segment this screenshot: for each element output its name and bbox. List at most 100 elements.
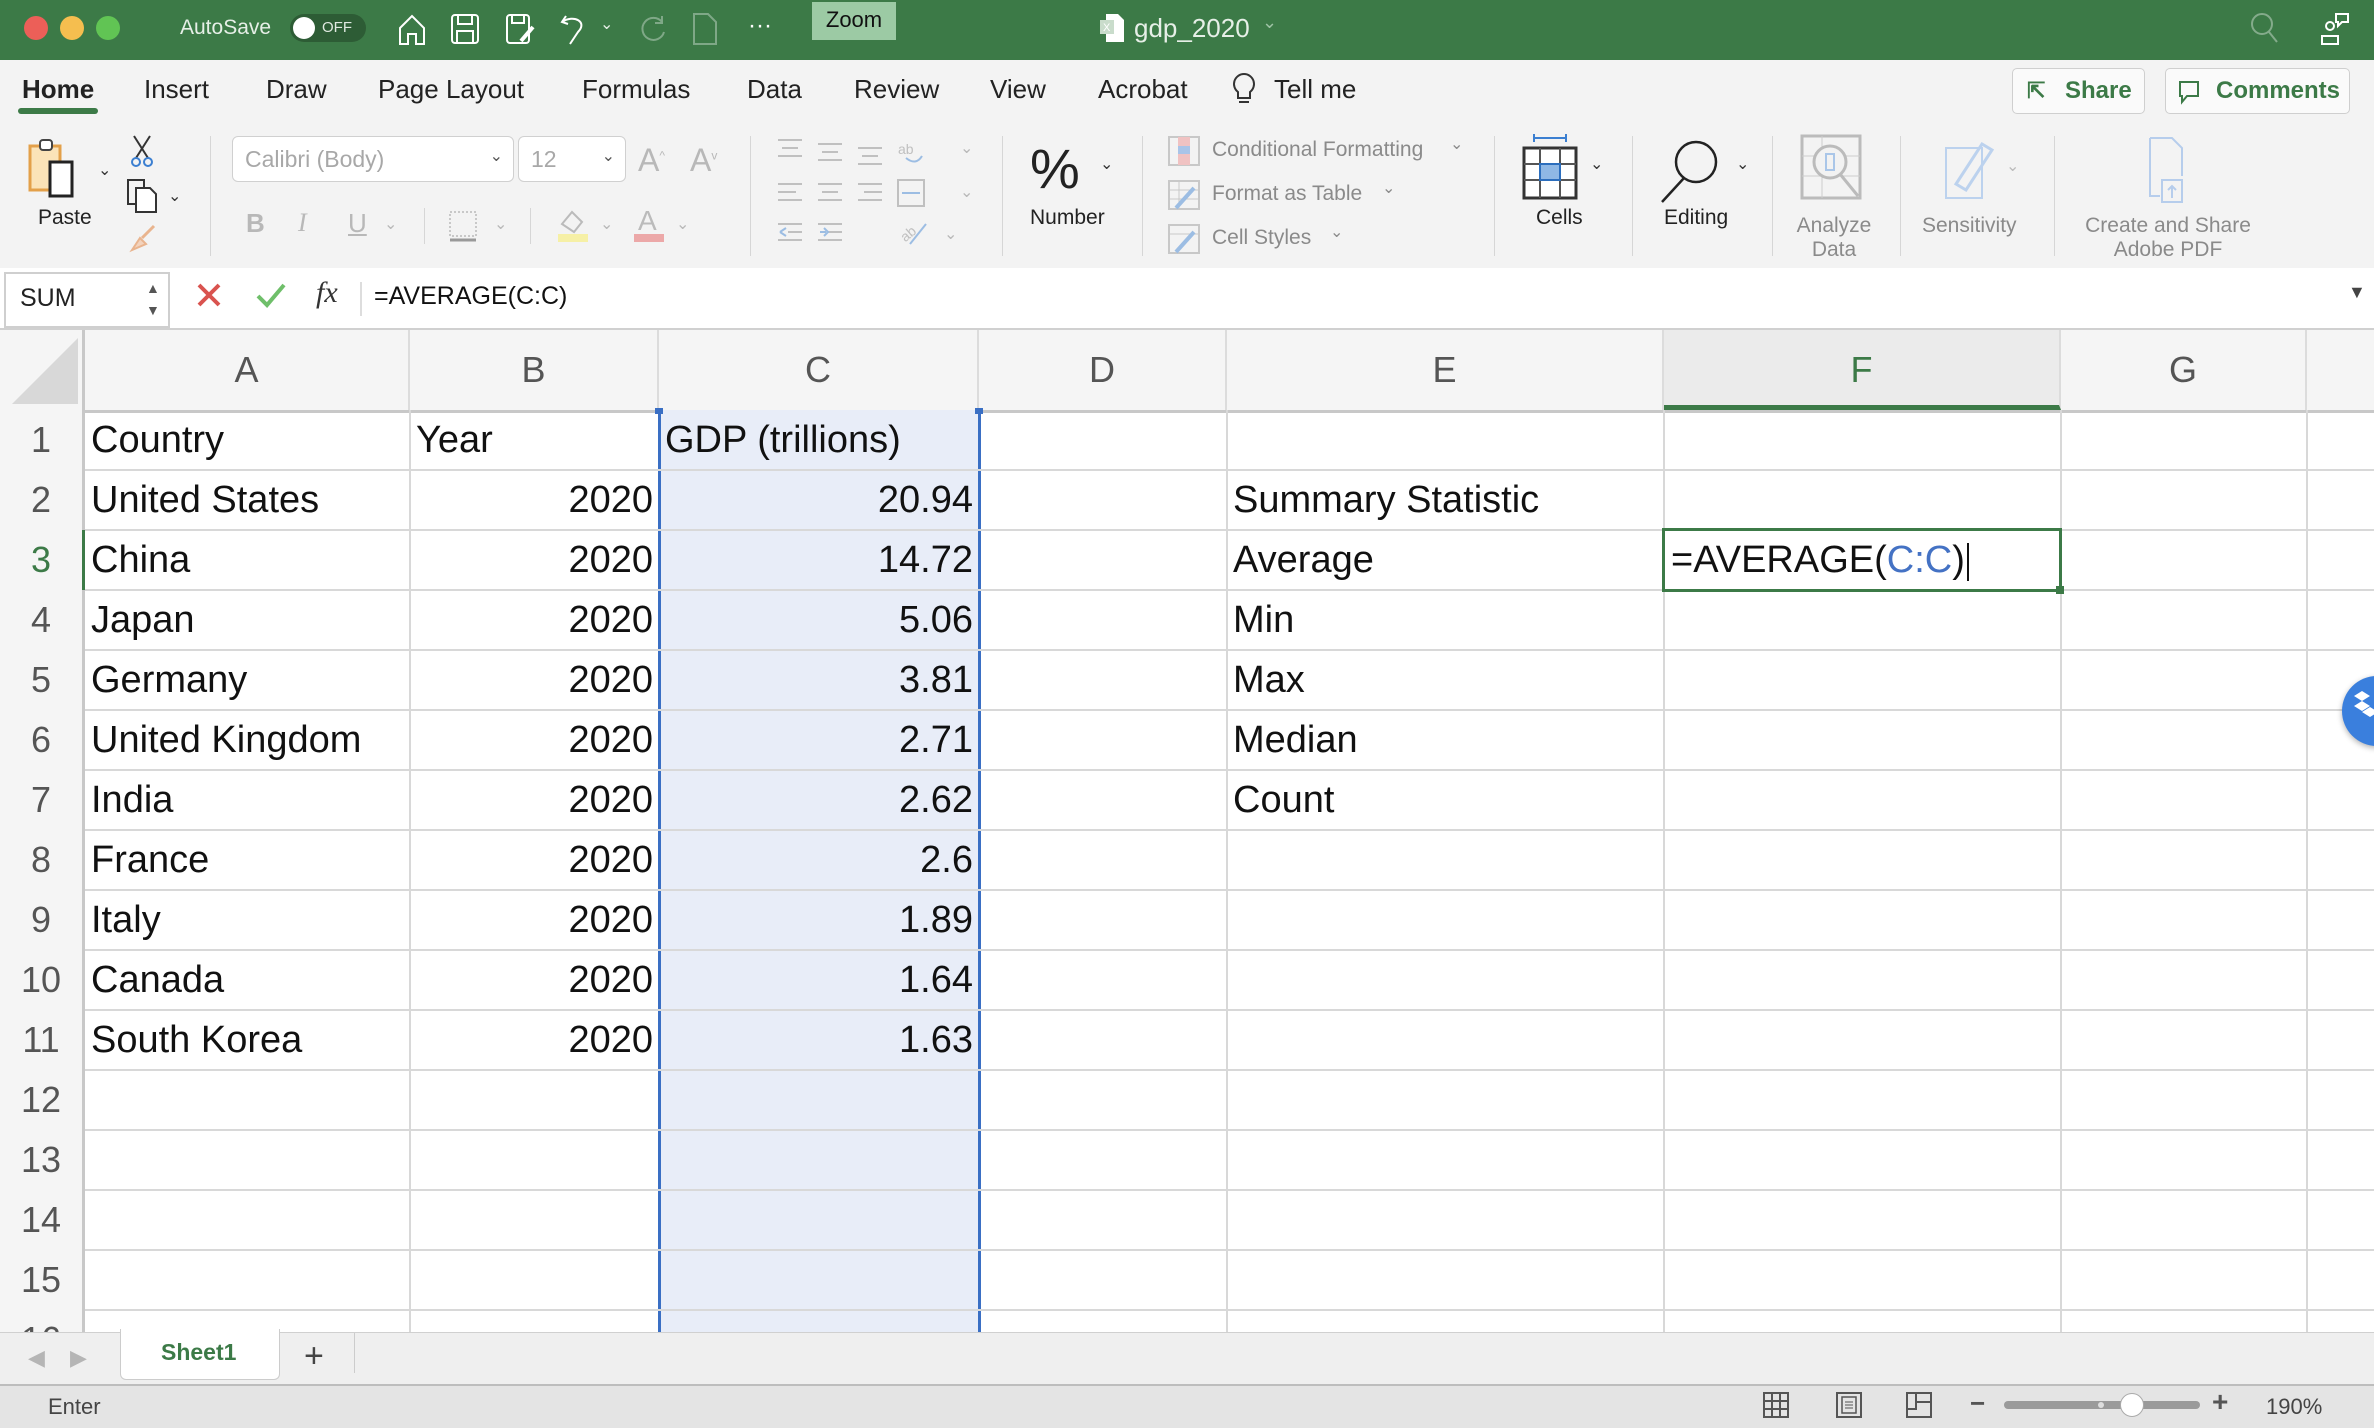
- wrap-text-button[interactable]: [896, 136, 930, 170]
- data-cell[interactable]: Germany: [85, 650, 410, 710]
- summary-label-cell[interactable]: Count: [1227, 770, 1664, 830]
- underline-button[interactable]: U: [348, 208, 367, 239]
- data-cell[interactable]: 2020: [410, 770, 659, 830]
- name-box-up-arrow-icon[interactable]: ▲: [146, 280, 160, 296]
- italic-button[interactable]: I: [298, 208, 307, 238]
- active-cell-f3[interactable]: =AVERAGE(C:C): [1662, 528, 2064, 594]
- font-name-dropdown[interactable]: Calibri (Body) ⌄: [232, 136, 514, 182]
- data-cell[interactable]: 2020: [410, 650, 659, 710]
- column-header-e[interactable]: E: [1227, 330, 1664, 410]
- cell-styles-button[interactable]: Cell Styles ⌄: [1168, 222, 1358, 258]
- undo-dropdown-chevron-icon[interactable]: ⌄: [600, 14, 613, 34]
- document-title[interactable]: gdp_2020: [1134, 13, 1250, 44]
- row-header-5[interactable]: 5: [0, 650, 85, 710]
- column-header-h[interactable]: [2307, 330, 2374, 410]
- data-cell[interactable]: 1.63: [659, 1010, 979, 1070]
- data-cell[interactable]: Japan: [85, 590, 410, 650]
- conditional-formatting-button[interactable]: Conditional Formatting ⌄: [1168, 134, 1468, 170]
- number-format-icon[interactable]: %: [1030, 136, 1080, 201]
- column-header-f[interactable]: F: [1664, 330, 2061, 410]
- data-cell[interactable]: 2020: [410, 710, 659, 770]
- row-header-1[interactable]: 1: [0, 410, 85, 470]
- undo-icon[interactable]: [558, 12, 590, 51]
- data-cell[interactable]: 2020: [410, 530, 659, 590]
- scroll-sheets-left-icon[interactable]: ◀: [28, 1345, 45, 1371]
- tab-data[interactable]: Data: [747, 74, 802, 105]
- cut-icon[interactable]: [130, 134, 154, 173]
- autosave-toggle[interactable]: OFF: [290, 14, 366, 42]
- cells-button[interactable]: ⌄ Cells: [1520, 134, 1610, 254]
- data-cell[interactable]: 14.72: [659, 530, 979, 590]
- summary-label-cell[interactable]: Max: [1227, 650, 1664, 710]
- wrap-text-chevron-icon[interactable]: ⌄: [960, 138, 973, 158]
- sensitivity-button[interactable]: ⌄ Sensitivity: [1916, 134, 2036, 264]
- cancel-icon[interactable]: [196, 282, 222, 313]
- zoom-in-button[interactable]: +: [2212, 1386, 2228, 1418]
- data-cell[interactable]: 1.64: [659, 950, 979, 1010]
- copy-dropdown-chevron-icon[interactable]: ⌄: [168, 186, 181, 206]
- page-layout-view-icon[interactable]: [1836, 1392, 1862, 1423]
- orientation-button[interactable]: [896, 218, 930, 252]
- column-header-d[interactable]: D: [979, 330, 1227, 410]
- row-header-14[interactable]: 14: [0, 1190, 85, 1250]
- row-header-7[interactable]: 7: [0, 770, 85, 830]
- tell-me-search[interactable]: Tell me: [1274, 74, 1356, 105]
- data-cell[interactable]: United Kingdom: [85, 710, 410, 770]
- header-cell[interactable]: Country: [85, 410, 410, 470]
- close-window-button[interactable]: [24, 16, 48, 40]
- sheet-tab-sheet1[interactable]: Sheet1: [120, 1329, 280, 1380]
- zoom-slider-track[interactable]: [2004, 1393, 2200, 1417]
- dropbox-badge-icon[interactable]: [2342, 676, 2374, 746]
- header-cell[interactable]: Year: [410, 410, 659, 470]
- summary-label-cell[interactable]: Median: [1227, 710, 1664, 770]
- row-header-8[interactable]: 8: [0, 830, 85, 890]
- page-break-preview-icon[interactable]: [1906, 1392, 1932, 1423]
- align-middle-button[interactable]: [816, 136, 850, 170]
- borders-chevron-icon[interactable]: ⌄: [494, 214, 507, 234]
- merge-center-button[interactable]: [896, 178, 930, 212]
- zoom-out-button[interactable]: −: [1970, 1388, 1985, 1419]
- data-cell[interactable]: 2.62: [659, 770, 979, 830]
- align-right-button[interactable]: [856, 178, 890, 212]
- row-header-10[interactable]: 10: [0, 950, 85, 1010]
- row-header-4[interactable]: 4: [0, 590, 85, 650]
- summary-label-cell[interactable]: Min: [1227, 590, 1664, 650]
- decrease-indent-button[interactable]: [776, 218, 810, 252]
- formula-input[interactable]: =AVERAGE(C:C): [374, 282, 567, 311]
- zoom-slider-handle[interactable]: [2120, 1393, 2144, 1417]
- minimize-window-button[interactable]: [60, 16, 84, 40]
- align-top-button[interactable]: [776, 136, 810, 170]
- tab-insert[interactable]: Insert: [144, 74, 209, 105]
- row-header-13[interactable]: 13: [0, 1130, 85, 1190]
- increase-indent-button[interactable]: [816, 218, 850, 252]
- align-center-button[interactable]: [816, 178, 850, 212]
- data-cell[interactable]: 2020: [410, 950, 659, 1010]
- fill-color-icon[interactable]: [556, 206, 590, 247]
- name-box-down-arrow-icon[interactable]: ▼: [146, 302, 160, 318]
- data-cell[interactable]: 2020: [410, 830, 659, 890]
- tab-page-layout[interactable]: Page Layout: [378, 74, 524, 105]
- row-header-2[interactable]: 2: [0, 470, 85, 530]
- enter-checkmark-icon[interactable]: [256, 282, 286, 313]
- tab-review[interactable]: Review: [854, 74, 939, 105]
- data-cell[interactable]: 20.94: [659, 470, 979, 530]
- bold-button[interactable]: B: [246, 208, 265, 239]
- header-cell[interactable]: GDP (trillions): [659, 410, 979, 470]
- font-color-chevron-icon[interactable]: ⌄: [676, 214, 689, 234]
- row-header-3[interactable]: 3: [0, 530, 85, 590]
- format-painter-icon[interactable]: [128, 224, 158, 259]
- number-chevron-icon[interactable]: ⌄: [1100, 154, 1113, 174]
- decrease-font-size-icon[interactable]: Av: [690, 142, 717, 179]
- scroll-sheets-right-icon[interactable]: ▶: [70, 1345, 87, 1371]
- data-cell[interactable]: China: [85, 530, 410, 590]
- format-as-table-button[interactable]: Format as Table ⌄: [1168, 178, 1408, 214]
- insert-function-icon[interactable]: fx: [316, 276, 338, 310]
- align-bottom-button[interactable]: [856, 136, 890, 170]
- fill-color-chevron-icon[interactable]: ⌄: [600, 214, 613, 234]
- orientation-chevron-icon[interactable]: ⌄: [944, 224, 957, 244]
- data-cell[interactable]: 2020: [410, 890, 659, 950]
- create-share-adobe-pdf-button[interactable]: Create and Share Adobe PDF: [2070, 134, 2260, 264]
- share-button[interactable]: ⇱ Share: [2012, 68, 2145, 114]
- underline-chevron-icon[interactable]: ⌄: [384, 214, 397, 234]
- data-cell[interactable]: Canada: [85, 950, 410, 1010]
